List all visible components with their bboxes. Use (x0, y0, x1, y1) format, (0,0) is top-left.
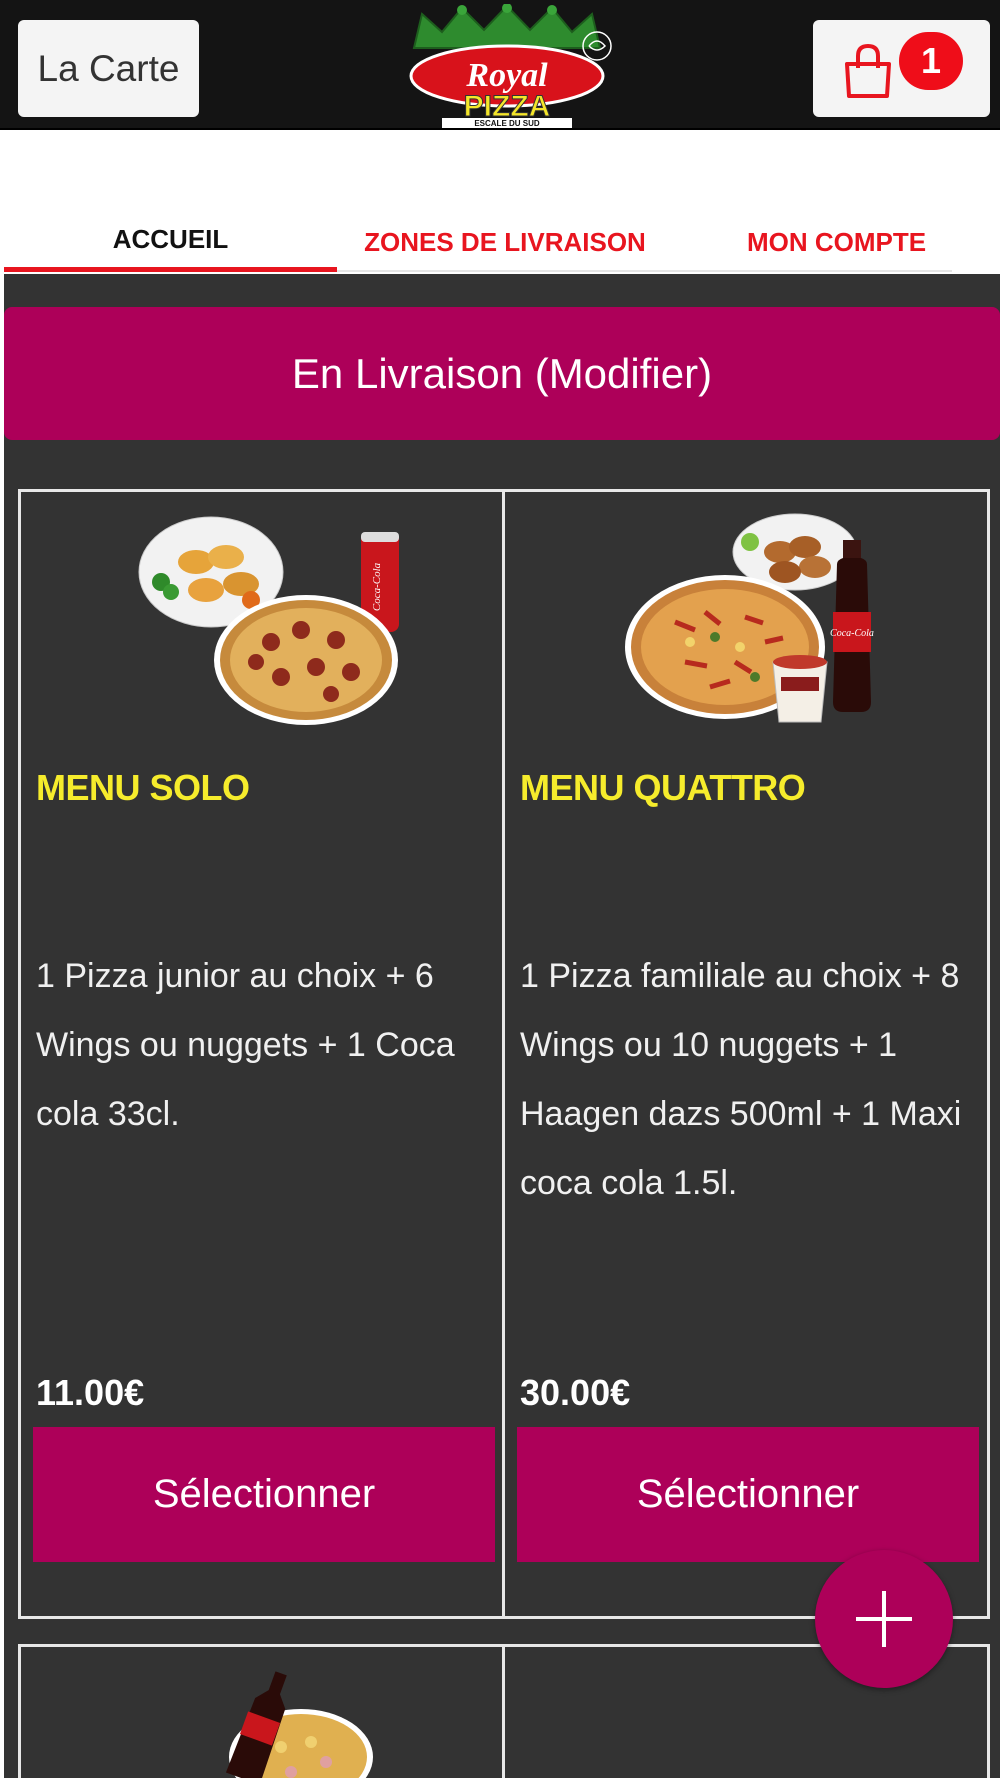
logo[interactable]: Royal PIZZA ESCALE DU SUD (392, 3, 622, 128)
svg-text:Royal: Royal (465, 57, 548, 94)
cart-button[interactable]: 1 (813, 20, 990, 117)
header: La Carte Royal PIZZA ESCALE DU SUD 1 (0, 0, 1000, 130)
product-description: 1 Pizza familiale au choix + 8 Wings ou … (520, 957, 962, 1202)
logo-image: Royal PIZZA ESCALE DU SUD (409, 3, 612, 128)
svg-text:Coca-Cola: Coca-Cola (371, 562, 383, 611)
product-card (18, 1644, 505, 1778)
product-image (225, 1671, 373, 1778)
shopping-bag-icon (845, 43, 891, 98)
cart-count-badge: 1 (899, 32, 963, 90)
product-title: MENU SOLO (36, 767, 250, 808)
product-image: Coca-Cola (138, 516, 399, 725)
product-price: 11.00€ (36, 1372, 145, 1413)
tab-accueil[interactable]: ACCUEIL (4, 212, 337, 272)
product-title: MENU QUATTRO (520, 767, 806, 808)
product-card: Coca-Cola MENU QUATTRO 1 Pizza familiale… (502, 489, 990, 1619)
svg-text:ESCALE DU SUD: ESCALE DU SUD (474, 119, 540, 128)
product-image: Coca-Cola (625, 513, 874, 723)
product-card: Coca-Cola MENU SOLO 1 Pizza junior au ch… (18, 489, 505, 1619)
svg-text:Coca-Cola: Coca-Cola (830, 628, 874, 639)
tab-mon-compte[interactable]: MON COMPTE (673, 212, 1000, 272)
tabs-divider (337, 270, 952, 272)
product-price: 30.00€ (520, 1372, 631, 1413)
select-button[interactable]: Sélectionner (517, 1427, 979, 1562)
select-button[interactable]: Sélectionner (33, 1427, 495, 1562)
add-floating-button[interactable] (815, 1550, 953, 1688)
plus-icon (856, 1591, 912, 1647)
main-content: En Livraison (Modifier) Coca-Cola MENU S… (4, 274, 1000, 1778)
nav-tabs: ACCUEIL ZONES DE LIVRAISON MON COMPTE (0, 212, 1000, 272)
menu-button[interactable]: La Carte (18, 20, 199, 117)
delivery-mode-button[interactable]: En Livraison (Modifier) (4, 307, 1000, 440)
product-description: 1 Pizza junior au choix + 6 Wings ou nug… (36, 957, 455, 1133)
tab-zones-de-livraison[interactable]: ZONES DE LIVRAISON (337, 212, 673, 272)
